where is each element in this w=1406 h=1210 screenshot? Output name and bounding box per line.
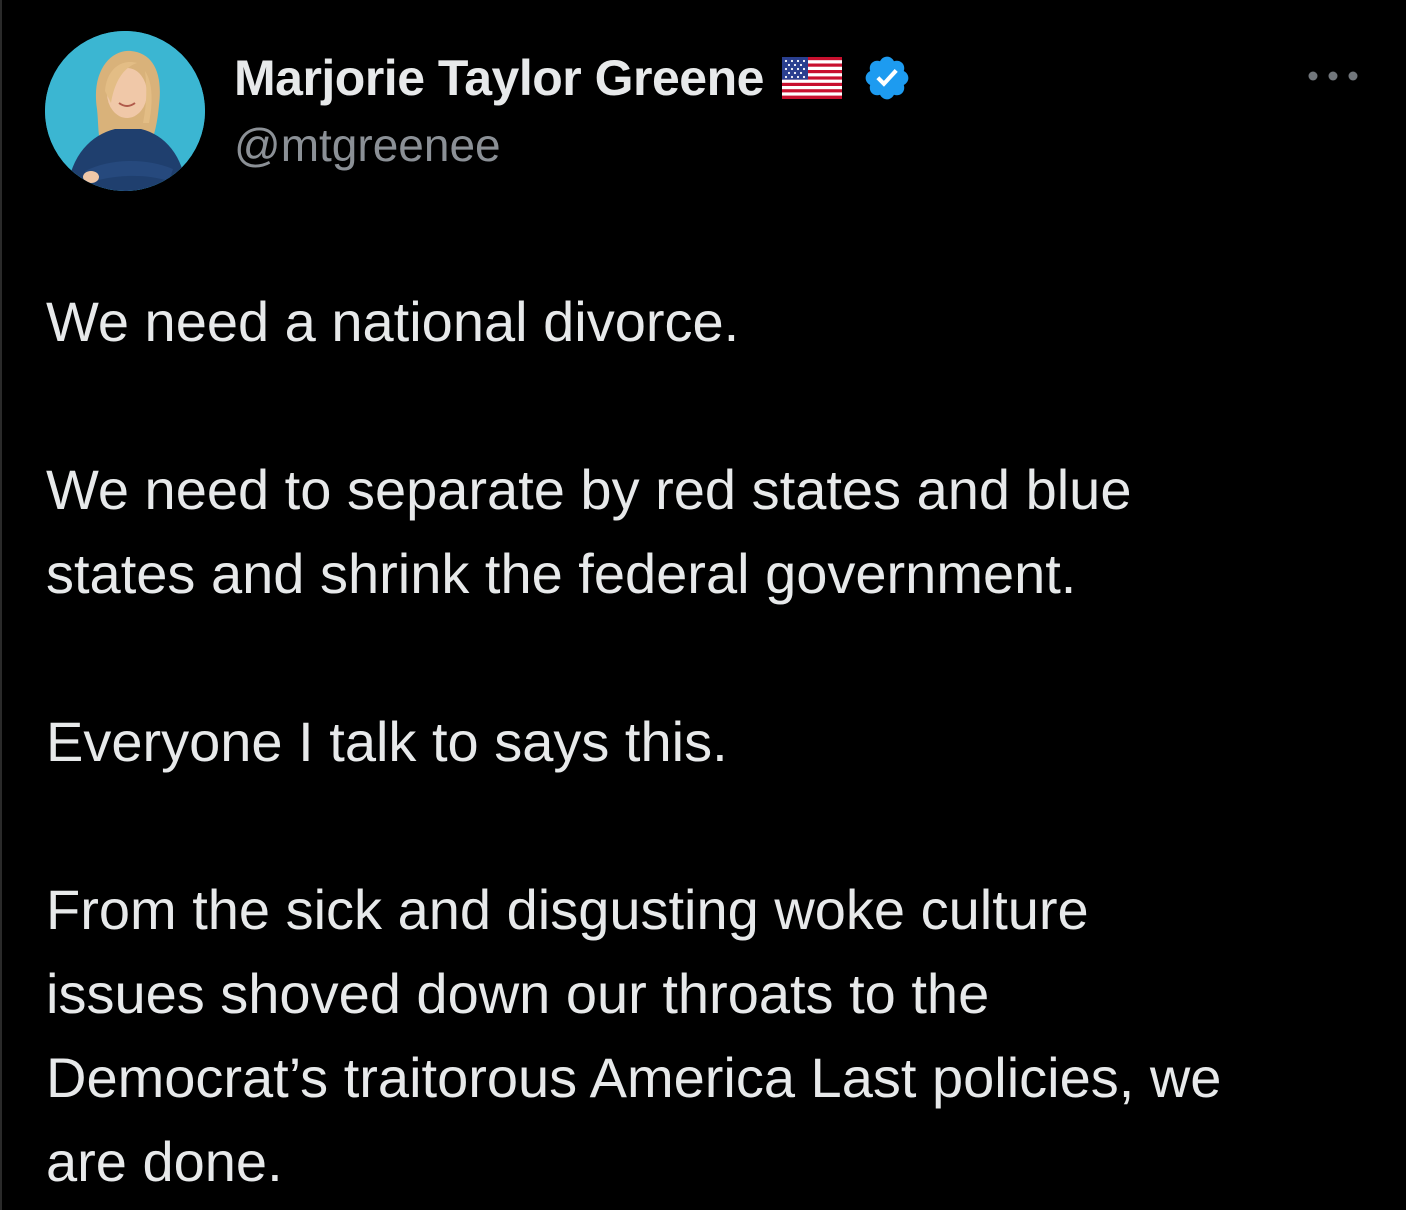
tweet-paragraph: We need to separate by red states and bl… bbox=[46, 458, 1132, 605]
more-options-icon[interactable] bbox=[1306, 66, 1360, 86]
tweet-paragraph: We need a national divorce. bbox=[46, 290, 740, 353]
tweet-paragraph: Everyone I talk to says this. bbox=[46, 710, 728, 773]
author-handle[interactable]: @mtgreenee bbox=[234, 118, 501, 172]
author-row: Marjorie Taylor Greene bbox=[234, 46, 912, 110]
verified-badge-icon[interactable] bbox=[862, 53, 912, 103]
tweet-paragraph: From the sick and disgusting woke cultur… bbox=[46, 878, 1222, 1193]
tweet-text: We need a national divorce. We need to s… bbox=[46, 280, 1376, 1204]
author-display-name[interactable]: Marjorie Taylor Greene bbox=[234, 49, 764, 107]
avatar[interactable] bbox=[45, 31, 205, 191]
tweet-card: Marjorie Taylor Greene @mtgreenee We nee… bbox=[0, 0, 1406, 1210]
us-flag-icon bbox=[781, 57, 842, 99]
